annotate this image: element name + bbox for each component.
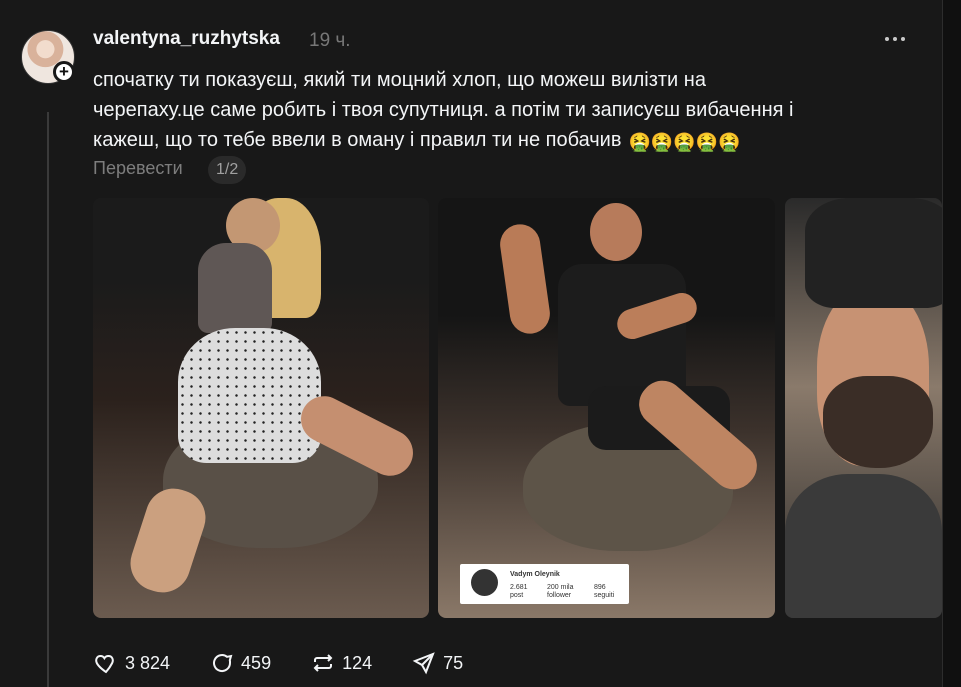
comment-count: 459 <box>241 652 272 673</box>
translate-link[interactable]: Перевести <box>93 158 183 179</box>
share-count: 75 <box>443 652 464 673</box>
post-text-line: кажеш, що то тебе ввели в оману і правил… <box>93 129 622 151</box>
following-label: seguiti <box>594 592 615 599</box>
like-count: 3 824 <box>125 652 171 673</box>
profile-name: Vadym Oleynik <box>510 571 560 578</box>
author-avatar-wrapper[interactable]: + <box>21 30 77 86</box>
more-dot-icon <box>893 37 897 41</box>
username[interactable]: valentyna_ruzhytska <box>93 28 280 50</box>
face-shape <box>590 203 642 261</box>
instagram-profile-overlay: Vadym Oleynik 2.681 post 200 mila follow… <box>460 564 629 604</box>
man-selfie-video[interactable] <box>785 198 942 618</box>
post-actions: 3 824 459 124 75 <box>93 649 463 677</box>
thread-line <box>47 112 49 687</box>
arm-shape <box>497 221 553 337</box>
post-panel: + valentyna_ruzhytska 19 ч. спочатку ти … <box>0 0 943 687</box>
leg-shape <box>123 481 213 600</box>
following-count-stat: 896 seguiti <box>594 584 638 600</box>
man-on-turtle-photo[interactable]: Vadym Oleynik 2.681 post 200 mila follow… <box>438 198 775 618</box>
woman-on-turtle-photo[interactable] <box>93 198 429 618</box>
page-indicator: 1/2 <box>208 156 247 184</box>
shirt-shape <box>785 474 942 618</box>
skirt-shape <box>178 328 321 463</box>
share-icon <box>411 650 437 676</box>
post-text-line-with-emoji: кажеш, що то тебе ввели в оману і правил… <box>93 125 873 157</box>
comment-icon <box>209 650 235 676</box>
follower-count-stat: 200 mila follower <box>547 584 591 600</box>
cap-shape <box>805 198 942 308</box>
profile-avatar <box>471 569 498 596</box>
comment-button[interactable]: 459 <box>209 650 271 676</box>
image-gallery[interactable]: Vadym Oleynik 2.681 post 200 mila follow… <box>93 198 942 618</box>
post-text-line: спочатку ти показуєш, який ти моцний хло… <box>93 69 706 91</box>
more-dot-icon <box>901 37 905 41</box>
more-dot-icon <box>885 37 889 41</box>
repost-icon <box>310 650 336 676</box>
like-button[interactable]: 3 824 <box>93 650 170 676</box>
heart-icon <box>93 650 119 676</box>
post-text: спочатку ти показуєш, який ти моцний хло… <box>93 65 873 157</box>
top-shape <box>198 243 272 333</box>
repost-count: 124 <box>342 652 373 673</box>
share-button[interactable]: 75 <box>411 650 463 676</box>
more-options-icon[interactable] <box>877 24 913 54</box>
follower-label: follower <box>547 592 572 599</box>
repost-button[interactable]: 124 <box>310 650 372 676</box>
beard-shape <box>823 376 933 468</box>
post-text-line: черепаху.це саме робить і твоя супутниця… <box>93 99 794 121</box>
following-count: 896 <box>594 584 606 591</box>
follow-plus-icon[interactable]: + <box>53 61 75 83</box>
post-time[interactable]: 19 ч. <box>309 30 351 52</box>
follower-count: 200 mila <box>547 584 574 591</box>
vomit-emoji-icon: 🤮🤮🤮🤮🤮 <box>628 132 741 152</box>
